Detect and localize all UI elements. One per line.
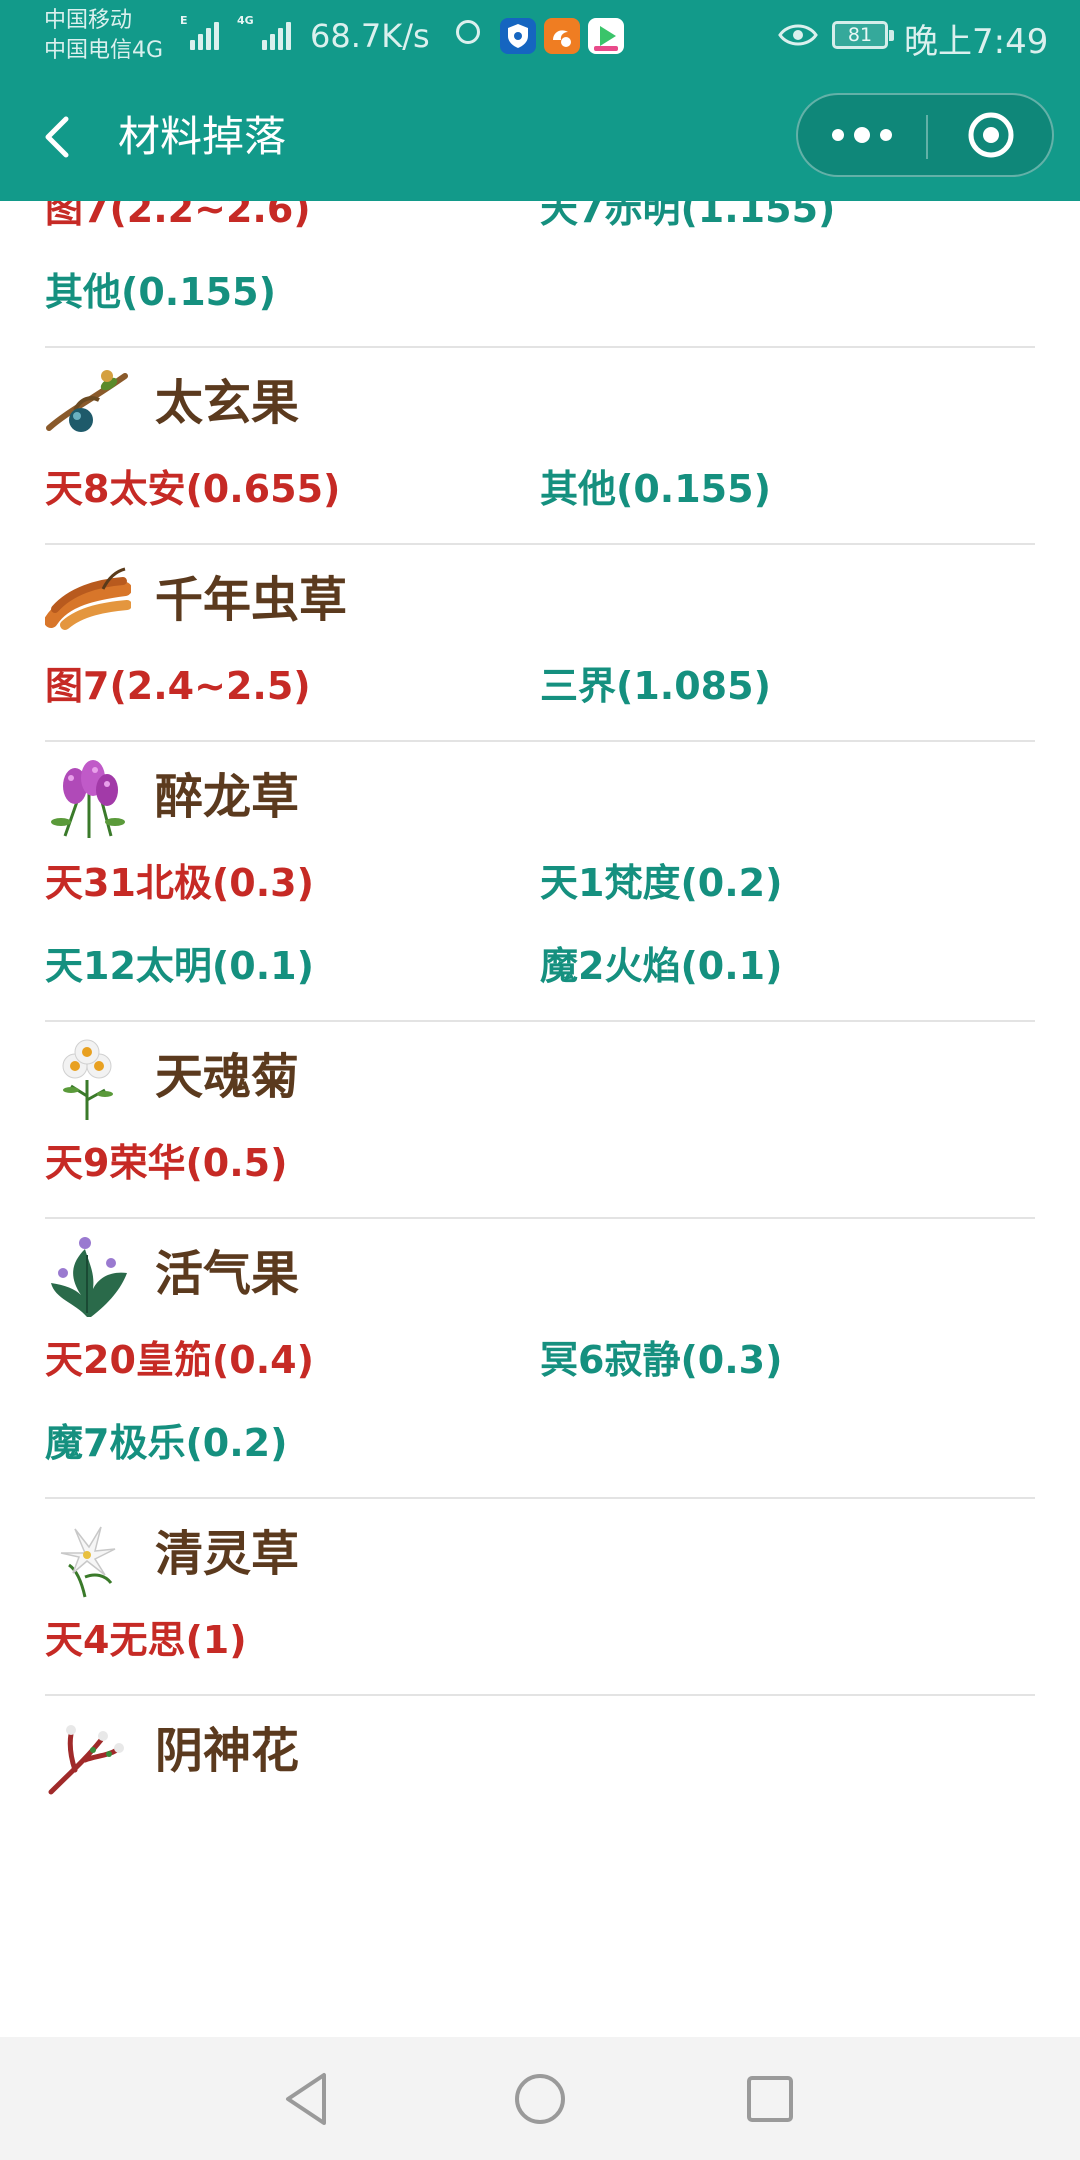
material-section: 图7(2.2~2.6) 天7赤明(1.155) 其他(0.155) <box>45 201 1035 348</box>
system-navigation-bar <box>0 2037 1080 2160</box>
status-bar: 中国移动 中国电信4G E 4G 68.7K/s 81 晚上7:49 <box>0 0 1080 73</box>
screen: 中国移动 中国电信4G E 4G 68.7K/s 81 晚上7:49 材料掉落 … <box>0 0 1080 2160</box>
material-section: 千年虫草 图7(2.4~2.5) 三界(1.085) <box>44 545 1035 742</box>
drop-item[interactable]: 天20皇笳(0.4) <box>45 1319 540 1402</box>
drop-item[interactable]: 其他(0.155) <box>45 251 540 334</box>
material-section: 阴神花 <box>45 1696 1035 1796</box>
material-name: 清灵草 <box>155 1526 300 1582</box>
material-section: 太玄果 天8太安(0.655) 其他(0.155) <box>45 348 1035 545</box>
system-back-button[interactable] <box>266 2057 350 2141</box>
miniprogram-capsule <box>796 93 1054 177</box>
drop-item[interactable]: 天31北极(0.3) <box>45 842 540 925</box>
circle-home-icon <box>515 2074 565 2124</box>
signal-icon <box>190 22 219 50</box>
clock: 晚上7:49 <box>904 22 1049 62</box>
list-scroll: 图7(2.2~2.6) 天7赤明(1.155) 其他(0.155) 太玄果 天8… <box>0 201 1080 1796</box>
network-e-label: E <box>180 14 188 27</box>
material-section: 活气果 天20皇笳(0.4) 冥6寂静(0.3) 魔7极乐(0.2) <box>45 1219 1035 1499</box>
fruit-branch-icon <box>45 362 131 448</box>
material-name: 太玄果 <box>155 375 300 431</box>
battery-indicator: 81 <box>832 21 894 49</box>
chevron-left-icon <box>45 116 69 158</box>
timer-icon <box>456 20 480 44</box>
carrier-info: 中国移动 中国电信4G <box>44 6 163 66</box>
back-button[interactable] <box>36 107 84 167</box>
material-name: 醉龙草 <box>155 769 300 825</box>
material-name: 千年虫草 <box>155 572 348 628</box>
target-circle-icon <box>968 112 1014 158</box>
material-section: 天魂菊 天9荣华(0.5) <box>45 1022 1035 1219</box>
drop-item[interactable]: 魔2火焰(0.1) <box>540 925 1035 1008</box>
close-miniprogram-button[interactable] <box>928 95 1054 175</box>
drop-item[interactable]: 冥6寂静(0.3) <box>540 1319 1035 1402</box>
material-section: 清灵草 天4无思(1) <box>45 1499 1035 1696</box>
material-name: 活气果 <box>155 1246 300 1302</box>
video-app-icon <box>588 18 624 54</box>
more-dots-icon <box>832 127 892 143</box>
red-branch-icon <box>45 1710 131 1796</box>
drop-item[interactable]: 图7(2.2~2.6) <box>45 201 540 251</box>
more-button[interactable] <box>798 95 926 175</box>
material-name: 天魂菊 <box>155 1049 300 1105</box>
chrysanthemum-icon <box>45 1036 131 1122</box>
shield-app-icon <box>500 18 536 54</box>
material-drop-list[interactable]: 图7(2.2~2.6) 天7赤明(1.155) 其他(0.155) 太玄果 天8… <box>0 201 1080 2037</box>
drop-item[interactable]: 天7赤明(1.155) <box>540 201 1035 251</box>
drop-item[interactable]: 图7(2.4~2.5) <box>45 645 540 728</box>
triangle-back-icon <box>286 2073 326 2125</box>
drop-item[interactable]: 三界(1.085) <box>540 645 1035 728</box>
drop-item[interactable]: 魔7极乐(0.2) <box>45 1402 540 1485</box>
signal-icon-2 <box>262 22 291 50</box>
network-4g-label: 4G <box>237 14 254 27</box>
navigation-bar: 材料掉落 <box>0 73 1080 201</box>
square-recent-icon <box>747 2076 793 2122</box>
eye-icon <box>778 22 818 48</box>
green-plant-icon <box>45 1233 131 1319</box>
uc-browser-icon <box>544 18 580 54</box>
drop-item[interactable]: 天1梵度(0.2) <box>540 842 1035 925</box>
carrier-1: 中国移动 <box>44 8 133 33</box>
material-section: 醉龙草 天31北极(0.3) 天1梵度(0.2) 天12太明(0.1) 魔2火焰… <box>45 742 1035 1022</box>
carrier-2: 中国电信4G <box>44 38 164 63</box>
drop-item[interactable]: 其他(0.155) <box>540 448 1035 531</box>
drop-item[interactable]: 天12太明(0.1) <box>45 925 540 1008</box>
page-title: 材料掉落 <box>118 112 287 161</box>
system-recent-button[interactable] <box>728 2057 812 2141</box>
cordyceps-icon <box>44 559 132 645</box>
purple-flower-icon <box>45 756 131 842</box>
network-speed: 68.7K/s <box>310 17 430 55</box>
drop-item[interactable]: 天4无思(1) <box>45 1599 540 1682</box>
white-lily-icon <box>45 1513 131 1599</box>
system-home-button[interactable] <box>498 2057 582 2141</box>
drop-item[interactable]: 天8太安(0.655) <box>45 448 540 531</box>
material-name: 阴神花 <box>155 1723 300 1779</box>
drop-item[interactable]: 天9荣华(0.5) <box>45 1122 540 1205</box>
